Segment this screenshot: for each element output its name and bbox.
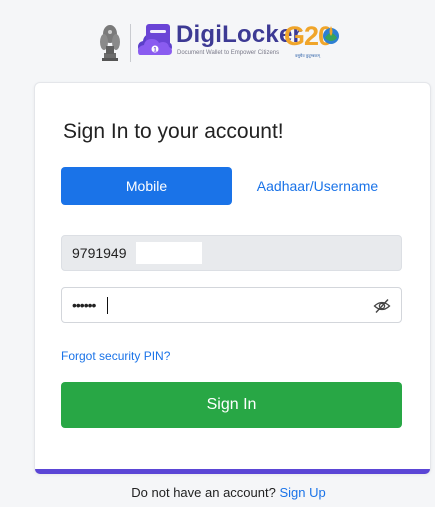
signup-link[interactable]: Sign Up [279,485,325,500]
security-pin-field[interactable]: •••••• [61,287,402,323]
digilocker-tagline: Document Wallet to Empower Citizens [177,50,280,56]
lotus-globe-icon [323,26,339,44]
brand-header: 1 DigiLocker Document Wallet to Empower … [0,0,435,80]
forgot-pin-link[interactable]: Forgot security PIN? [61,348,170,364]
card-accent-bar [35,469,430,474]
signin-button[interactable]: Sign In [61,382,402,428]
mobile-number-value: 9791949 [72,245,127,261]
redaction-mask [136,242,202,264]
tab-aadhaar-username[interactable]: Aadhaar/Username [232,167,403,205]
brand-divider [130,24,131,62]
mobile-number-field[interactable]: 9791949 [61,235,402,271]
signup-prompt-text: Do not have an account? [131,485,276,500]
text-caret [107,297,108,314]
page-title: Sign In to your account! [63,120,284,143]
g20-tagline: वसुधैव कुटुम्बकम् [295,53,320,58]
signup-prompt: Do not have an account? Sign Up [0,484,435,502]
tab-mobile[interactable]: Mobile [61,167,232,205]
g20-logo: G20 वसुधैव कुटुम्बकम् [284,20,340,64]
national-emblem-icon [100,25,120,61]
security-pin-value: •••••• [72,297,96,313]
digilocker-logo-icon: 1 [138,24,172,55]
eye-slash-icon[interactable] [373,297,391,315]
signin-card: Sign In to your account! Mobile Aadhaar/… [34,82,431,474]
